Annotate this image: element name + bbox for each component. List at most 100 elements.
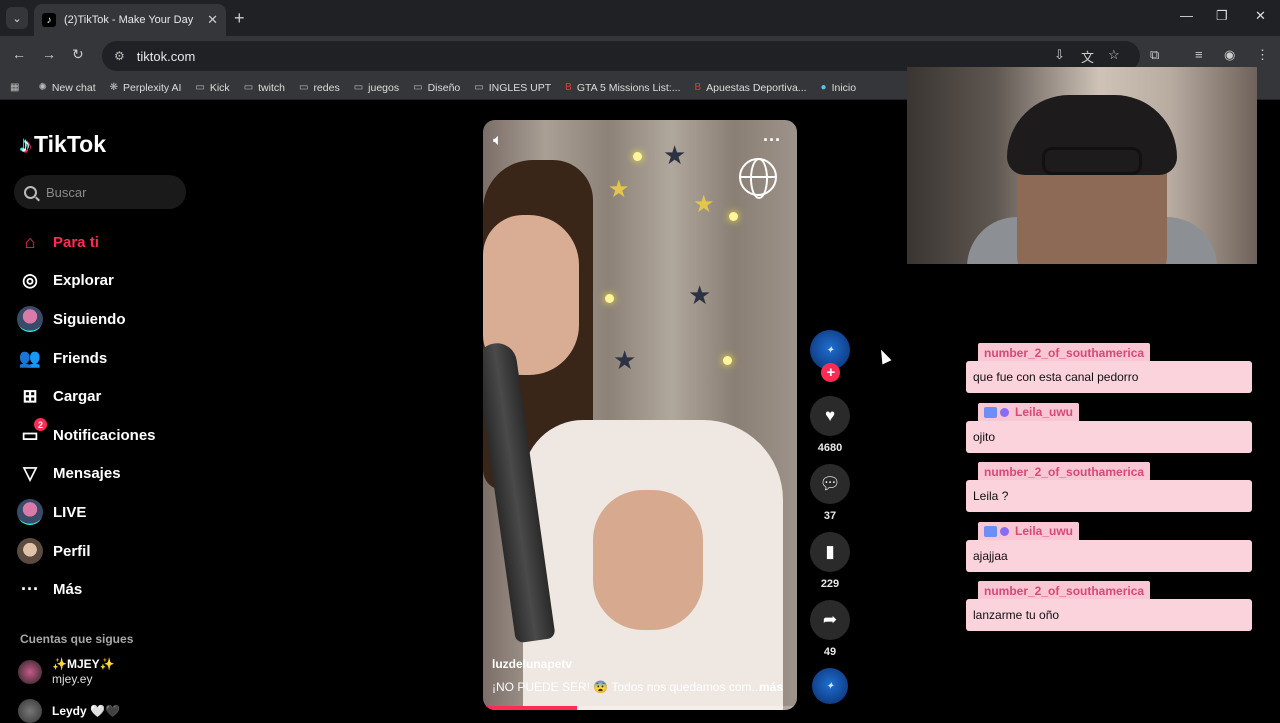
sound-disc-icon[interactable]: ✦: [812, 668, 848, 704]
openai-icon: ✺: [38, 82, 47, 93]
sidebar-item-para-ti[interactable]: ⌂ Para ti: [16, 223, 156, 262]
globe-icon: [739, 158, 777, 199]
translate-icon[interactable]: 文: [1081, 47, 1094, 66]
bookmark-apuestas[interactable]: B Apuestas Deportiva...: [694, 82, 806, 94]
more-options-icon[interactable]: ···: [763, 130, 781, 151]
send-icon: ▽: [23, 463, 37, 484]
chat-message: number_2_of_southamerica lanzarme tu oño: [966, 581, 1252, 641]
progress-fill: [483, 706, 578, 710]
tiktok-logo[interactable]: ♪ TikTok: [20, 131, 106, 158]
chat-message: Leila_uwu ajajjaa: [966, 521, 1252, 582]
sidebar-item-cargar[interactable]: ⊞ Cargar: [16, 377, 156, 416]
search-icon: [24, 185, 37, 199]
tab-search-chevron-icon[interactable]: ⌄: [6, 7, 28, 29]
bookmark-redes[interactable]: ▭ redes: [299, 82, 340, 94]
sidebar-item-mensajes[interactable]: ▽ Mensajes: [16, 455, 156, 494]
star-decoration: ★: [608, 176, 630, 203]
sidebar-item-friends[interactable]: 👥 Friends: [16, 339, 156, 378]
fairy-light: [633, 152, 642, 161]
fairy-light: [723, 356, 732, 365]
profile-avatar-icon: [16, 537, 44, 565]
sidebar-item-notificaciones[interactable]: ▭ 2 Notificaciones: [16, 416, 156, 455]
video-progress-bar[interactable]: [483, 706, 797, 710]
following-account[interactable]: Leydy 🤍🖤: [18, 699, 120, 723]
star-decoration: ★: [693, 191, 715, 218]
following-account[interactable]: ✨MJEY✨ mjey.ey: [18, 657, 115, 687]
bookmark-twitch[interactable]: ▭ twitch: [244, 82, 285, 94]
chat-text: lanzarme tu oño: [966, 599, 1252, 631]
sidebar-item-explorar[interactable]: ◎ Explorar: [16, 262, 156, 301]
minimize-icon[interactable]: —: [1180, 8, 1193, 23]
video-action-bar: ✦ + ♥ 4680 💬︎ 37 ▮ 229 ➦ 49 ✦: [810, 330, 850, 704]
red-b-icon: B: [565, 82, 572, 93]
heart-icon: ♥: [824, 406, 836, 425]
tiktok-note-icon: ♪: [20, 131, 31, 157]
chat-username: Leila_uwu: [978, 521, 1080, 541]
save-button[interactable]: ▮: [810, 532, 850, 572]
extensions-icon[interactable]: ⧉: [1150, 47, 1159, 63]
volume-icon[interactable]: 🔈︎: [493, 132, 503, 150]
folder-icon: ▭: [474, 82, 484, 93]
sidebar-item-siguiendo[interactable]: Siguiendo: [16, 300, 156, 339]
prime-badge-icon: [984, 406, 997, 418]
tab-title: (2)TikTok - Make Your Day: [64, 14, 194, 26]
chat-message: number_2_of_southamerica que fue con est…: [966, 343, 1252, 403]
video-author[interactable]: luzdelunapetv: [492, 657, 572, 671]
bookmark-juegos[interactable]: ▭ juegos: [354, 82, 399, 94]
bookmark-ingles-upt[interactable]: ▭ INGLES UPT: [474, 82, 551, 94]
site-info-icon[interactable]: ⚙: [114, 49, 125, 63]
chat-text: ojito: [966, 420, 1252, 453]
install-app-icon[interactable]: ⇩: [1054, 47, 1065, 63]
video-player[interactable]: ★ ★ ★ ★ ★ ★ ★ 🔈︎ ··· luzdelunapetv ¡NO P…: [483, 120, 797, 710]
chat-message: Leila_uwu ojito: [966, 402, 1252, 463]
reload-icon[interactable]: ↻: [72, 46, 84, 63]
apps-grid-icon[interactable]: ▦: [10, 82, 24, 93]
upload-plus-icon: ⊞: [22, 386, 38, 407]
bookmark-perplexity[interactable]: ❋ Perplexity AI: [110, 82, 182, 94]
fairy-light: [729, 212, 738, 221]
search-bar[interactable]: [14, 175, 186, 209]
perplexity-icon: ❋: [109, 82, 119, 93]
profile-avatar-icon[interactable]: ◉: [1224, 47, 1235, 63]
bookmark-star-icon[interactable]: ☆: [1108, 47, 1120, 63]
sidebar-item-mas[interactable]: ··· Más: [16, 570, 156, 609]
description-more-link[interactable]: más: [759, 680, 783, 694]
bookmark-gta5[interactable]: B GTA 5 Missions List:...: [565, 82, 680, 94]
like-button[interactable]: ♥: [810, 396, 850, 436]
like-count: 4680: [817, 442, 843, 454]
search-input[interactable]: [46, 184, 176, 200]
more-dots-icon: ···: [21, 579, 39, 600]
notifications-badge: 2: [34, 418, 47, 432]
maximize-icon[interactable]: ❐: [1216, 8, 1228, 24]
url-text: tiktok.com: [136, 48, 196, 64]
sidebar-item-perfil[interactable]: Perfil: [16, 532, 156, 571]
fairy-light: [605, 294, 614, 303]
compass-icon: ◎: [22, 270, 38, 291]
singer-hand: [593, 490, 703, 630]
canva-icon: ●: [820, 82, 827, 93]
back-icon[interactable]: ←: [12, 46, 26, 62]
sidebar-menu: ⌂ Para ti ◎ Explorar Siguiendo 👥 Friends…: [16, 223, 156, 609]
bookmark-kick[interactable]: ▭ Kick: [195, 82, 229, 94]
star-decoration: ★: [613, 345, 637, 375]
browser-tab[interactable]: ♪ (2)TikTok - Make Your Day ✕: [34, 4, 226, 36]
tiktok-favicon-icon: ♪: [42, 13, 56, 27]
star-decoration: ★: [688, 280, 712, 310]
forward-icon[interactable]: →: [42, 46, 56, 62]
close-window-icon[interactable]: ✕: [1255, 8, 1266, 24]
bookmark-inicio[interactable]: ● Inicio: [821, 82, 857, 94]
bookmark-new-chat[interactable]: ✺ New chat: [38, 82, 95, 94]
sidebar-item-live[interactable]: LIVE: [16, 493, 156, 532]
home-icon: ⌂: [24, 231, 36, 252]
creator-avatar[interactable]: ✦ +: [810, 330, 850, 382]
bookmark-diseno[interactable]: ▭ Diseño: [413, 82, 460, 94]
browser-menu-icon[interactable]: ⋮: [1256, 47, 1269, 63]
new-tab-icon[interactable]: +: [234, 8, 245, 29]
follow-plus-icon[interactable]: +: [821, 363, 840, 382]
comment-button[interactable]: 💬︎: [810, 464, 850, 504]
chat-text: Leila ?: [966, 480, 1252, 512]
share-button[interactable]: ➦: [810, 600, 850, 640]
tab-close-icon[interactable]: ✕: [207, 12, 218, 28]
media-icon[interactable]: ≡: [1195, 47, 1203, 62]
following-section-title: Cuentas que sigues: [20, 632, 134, 646]
